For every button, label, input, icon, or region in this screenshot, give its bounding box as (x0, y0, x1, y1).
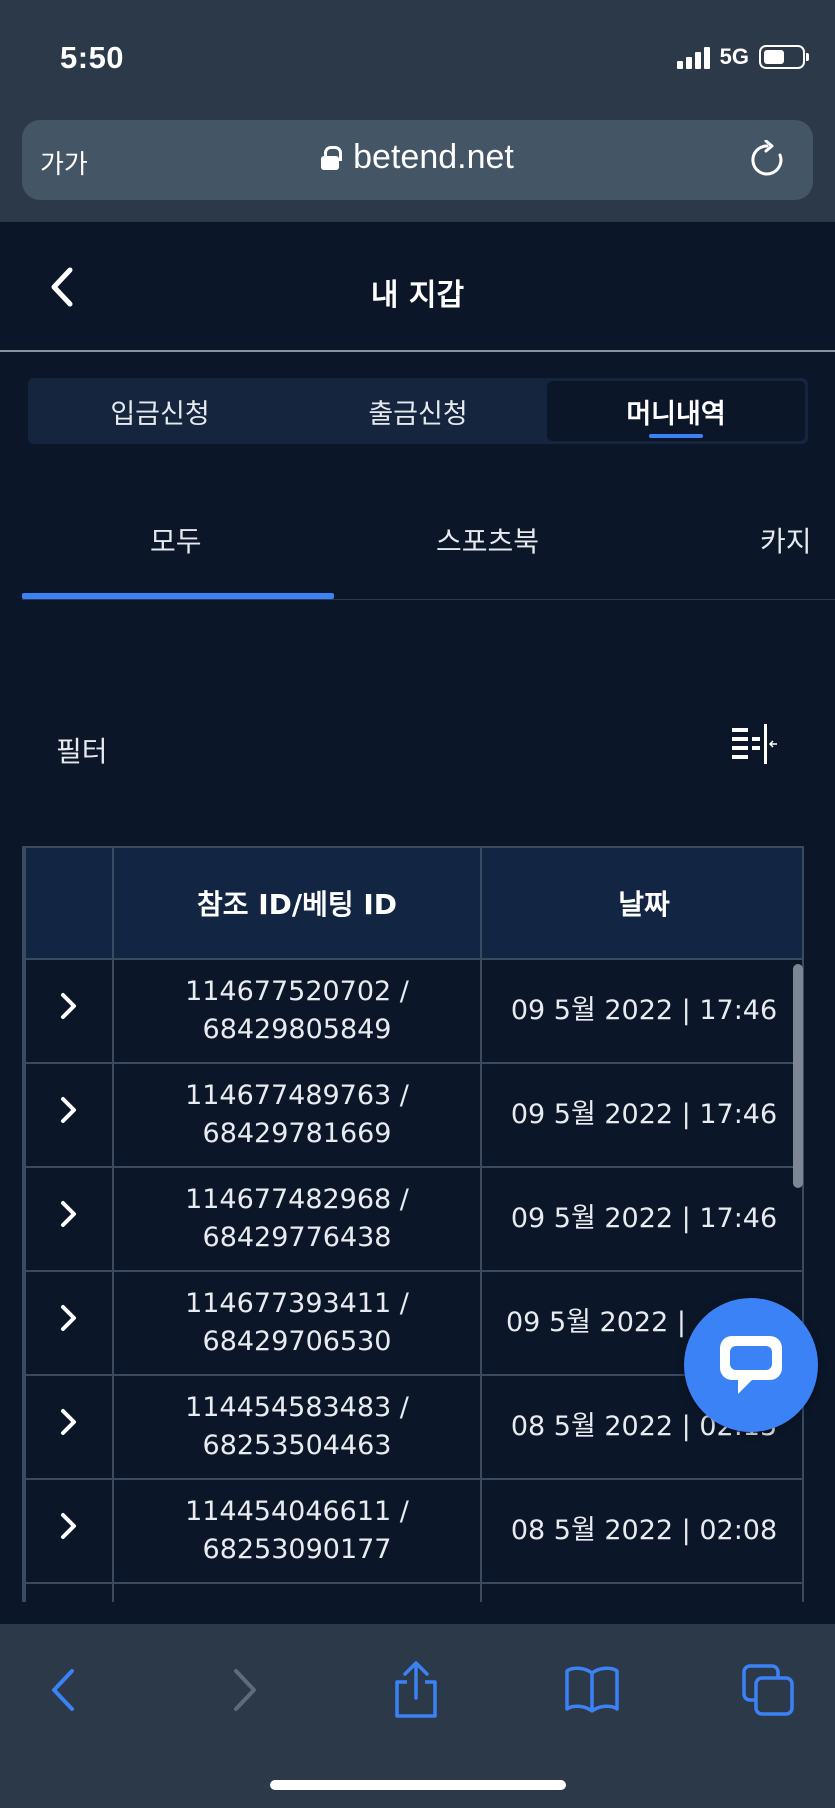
filter-label: 필터 (56, 735, 108, 768)
expand-row-button[interactable] (24, 1374, 114, 1480)
date-cell: 08 5월 2022 | 02:08 (480, 1478, 802, 1584)
toolbar-forward-button[interactable] (214, 1660, 274, 1720)
history-table: 참조 ID/베팅 ID 날짜 114677520702 /68429805849… (22, 846, 804, 1602)
expand-row-button[interactable] (24, 1166, 114, 1272)
expand-row-button[interactable] (24, 1478, 114, 1584)
chevron-right-icon (61, 992, 76, 1019)
table-row[interactable]: 114677489763 /68429781669 09 5월 2022 | 1… (24, 1062, 802, 1168)
ref-id-cell: 114454046611 /68253090177 (112, 1478, 482, 1584)
app-header: 내 지갑 (0, 222, 835, 352)
tab-deposit[interactable]: 입금신청 (31, 381, 289, 441)
table-row[interactable]: 114677482968 /68429776438 09 5월 2022 | 1… (24, 1166, 802, 1272)
status-time: 5:50 (60, 40, 125, 75)
signal-icon (676, 45, 710, 69)
chevron-right-icon (61, 1096, 76, 1123)
ref-id-cell: 114677520702 /68429805849 (112, 958, 482, 1064)
category-tabs: 모두 스포츠북 카지 (22, 490, 835, 600)
battery-icon (759, 45, 809, 69)
table-row[interactable]: 114454583483 /68253504463 08 5월 2022 | 0… (24, 1374, 802, 1480)
table-scrollbar[interactable] (793, 964, 803, 1188)
expand-row-button[interactable] (24, 1270, 114, 1376)
date-cell: 09 5월 2022 | 17:46 (480, 1062, 802, 1168)
lock-icon (321, 145, 343, 170)
browser-toolbar (0, 1624, 835, 1808)
filter-sort-icon[interactable] (730, 722, 778, 766)
table-row[interactable] (24, 1582, 802, 1602)
chat-bubble-icon (720, 1336, 782, 1394)
url-text: betend.net (353, 138, 514, 176)
tab-withdraw[interactable]: 출금신청 (289, 381, 547, 441)
tab-casino[interactable]: 카지 (760, 520, 812, 560)
tab-all[interactable]: 모두 (150, 520, 202, 560)
forward-arrow-icon (234, 1669, 256, 1711)
wallet-tabs: 입금신청 출금신청 머니내역 (28, 378, 808, 444)
reload-icon[interactable] (747, 140, 787, 180)
tab-money-history[interactable]: 머니내역 (547, 381, 805, 441)
ref-id-cell: 114454583483 /68253504463 (112, 1374, 482, 1480)
toolbar-share-button[interactable] (386, 1660, 446, 1720)
table-row[interactable]: 114677520702 /68429805849 09 5월 2022 | 1… (24, 958, 802, 1064)
status-icons: 5G (676, 44, 809, 70)
back-arrow-icon (52, 1669, 74, 1711)
ref-id-cell: 114677393411 /68429706530 (112, 1270, 482, 1376)
column-header-date: 날짜 (480, 846, 802, 960)
expand-row-button[interactable] (24, 958, 114, 1064)
network-label: 5G (719, 44, 749, 69)
address-bar[interactable]: 가가 betend.net (22, 120, 813, 200)
date-cell (480, 1582, 802, 1602)
expand-row-button[interactable] (24, 1062, 114, 1168)
ref-id-cell: 114677489763 /68429781669 (112, 1062, 482, 1168)
chat-button[interactable] (684, 1298, 818, 1432)
page-title: 내 지갑 (370, 278, 465, 313)
date-cell: 09 5월 2022 | 17:46 (480, 1166, 802, 1272)
date-cell: 09 5월 2022 | 17:46 (480, 958, 802, 1064)
tabs-icon (742, 1664, 794, 1716)
ref-id-cell (112, 1582, 482, 1602)
column-header-expand (24, 846, 114, 960)
chevron-right-icon (61, 1304, 76, 1331)
browser-chrome: 5:50 5G 가가 betend.net (0, 0, 835, 222)
active-tab-indicator (22, 593, 334, 599)
bookmarks-icon (565, 1666, 619, 1713)
ref-id-cell: 114677482968 /68429776438 (112, 1166, 482, 1272)
toolbar-tabs-button[interactable] (738, 1660, 798, 1720)
toolbar-back-button[interactable] (34, 1660, 94, 1720)
expand-row-button[interactable] (24, 1582, 114, 1602)
chevron-right-icon (61, 1408, 76, 1435)
column-header-ref-id: 참조 ID/베팅 ID (112, 846, 482, 960)
toolbar-bookmarks-button[interactable] (562, 1660, 622, 1720)
share-icon (395, 1661, 437, 1718)
tab-sportsbook[interactable]: 스포츠북 (436, 520, 539, 560)
chevron-right-icon (61, 1512, 76, 1539)
url-display[interactable]: betend.net (22, 138, 813, 177)
chevron-right-icon (61, 1200, 76, 1227)
home-indicator (270, 1780, 566, 1790)
table-row[interactable]: 114454046611 /68253090177 08 5월 2022 | 0… (24, 1478, 802, 1584)
